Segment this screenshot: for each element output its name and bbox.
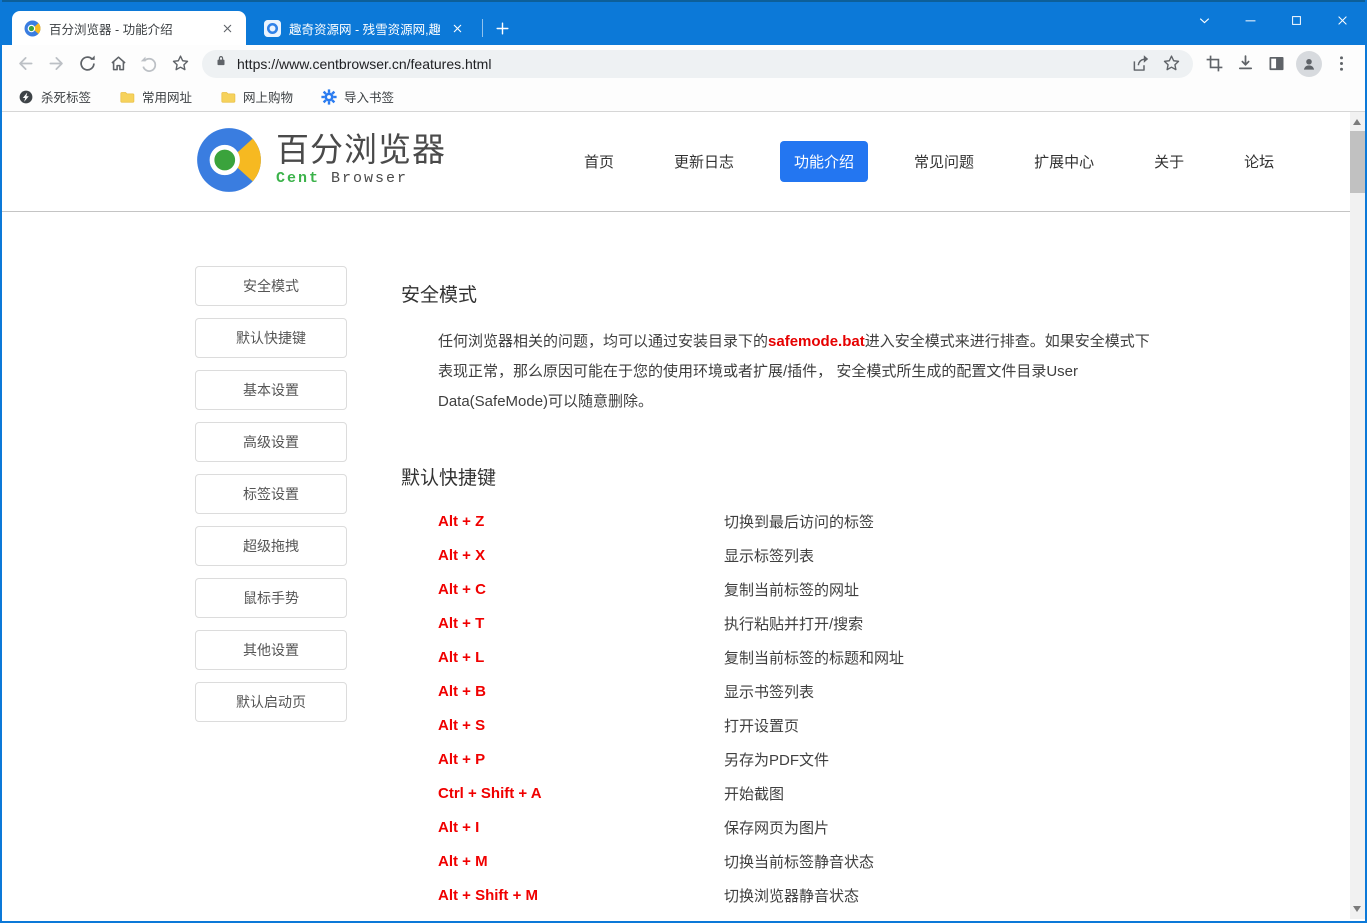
forward-icon[interactable] — [41, 49, 72, 79]
scrollbar-up-icon[interactable] — [1353, 119, 1361, 125]
shortcut-row: Alt + M切换当前标签静音状态 — [438, 844, 1161, 878]
chevron-down-icon[interactable] — [1181, 2, 1227, 38]
site-header: 百分浏览器 Cent Browser 首页 更新日志 功能介绍 常见问题 扩展中… — [2, 112, 1350, 212]
safemode-bat-highlight: safemode.bat — [768, 333, 865, 350]
site-nav: 首页 更新日志 功能介绍 常见问题 扩展中心 关于 论坛 — [570, 112, 1288, 211]
logo-title: 百分浏览器 — [276, 133, 446, 168]
shortcut-row: Alt + T执行粘贴并打开/搜索 — [438, 606, 1161, 640]
address-bar[interactable]: https://www.centbrowser.cn/features.html — [202, 50, 1193, 78]
nav-item-extensions[interactable]: 扩展中心 — [1020, 141, 1108, 182]
bookmark-folder-shopping[interactable]: 网上购物 — [220, 87, 293, 106]
undo-icon[interactable] — [134, 49, 165, 79]
shortcut-row: Alt + C复制当前标签的网址 — [438, 572, 1161, 606]
bookmark-page-star-icon[interactable] — [1156, 49, 1187, 79]
shortcut-row: Alt + L复制当前标签的标题和网址 — [438, 640, 1161, 674]
sidebar-item-mouse-gesture[interactable]: 鼠标手势 — [195, 578, 347, 618]
sidebar-item-default-startup[interactable]: 默认启动页 — [195, 682, 347, 722]
bookmarks-bar: 杀死标签 常用网址 网上购物 — [2, 82, 1365, 112]
quqi-favicon-icon — [264, 20, 281, 37]
share-icon[interactable] — [1125, 49, 1156, 79]
shortcut-row: Ctrl + Shift + A开始截图 — [438, 776, 1161, 810]
page-scrollbar[interactable] — [1350, 112, 1365, 919]
folder-icon — [220, 89, 236, 105]
scrollbar-thumb[interactable] — [1350, 131, 1365, 193]
nav-item-forum[interactable]: 论坛 — [1230, 141, 1288, 182]
shortcut-row: Alt + X显示标签列表 — [438, 538, 1161, 572]
tab-separator — [482, 19, 483, 37]
home-icon[interactable] — [103, 49, 134, 79]
shortcut-row: Alt + S打开设置页 — [438, 708, 1161, 742]
section-title-shortcuts: 默认快捷键 — [401, 463, 1161, 490]
close-button[interactable] — [1319, 2, 1365, 38]
lock-icon — [214, 54, 228, 73]
logo-subtitle: Cent Browser — [276, 170, 446, 187]
browser-window: 百分浏览器 - 功能介绍 趣奇资源网 - 残雪资源网,趣味奇 — [0, 0, 1367, 923]
folder-icon — [119, 89, 135, 105]
side-panel-icon[interactable] — [1261, 49, 1292, 79]
shortcut-row: Alt + B显示书签列表 — [438, 674, 1161, 708]
minimize-button[interactable] — [1227, 2, 1273, 38]
back-icon[interactable] — [10, 49, 41, 79]
shortcut-row: Alt + Z切换到最后访问的标签 — [438, 504, 1161, 538]
tab-close-icon[interactable] — [218, 19, 236, 37]
scrollbar-down-icon[interactable] — [1353, 906, 1361, 912]
url-text[interactable]: https://www.centbrowser.cn/features.html — [237, 56, 1125, 72]
nav-item-faq[interactable]: 常见问题 — [900, 141, 988, 182]
profile-avatar[interactable] — [1296, 51, 1322, 77]
crop-screenshot-icon[interactable] — [1199, 49, 1230, 79]
bookmark-star-icon[interactable] — [165, 49, 196, 79]
tab-title: 百分浏览器 - 功能介绍 — [49, 19, 210, 38]
feature-sidebar: 安全模式 默认快捷键 基本设置 高级设置 标签设置 超级拖拽 鼠标手势 其他设置… — [195, 266, 347, 919]
tab-title: 趣奇资源网 - 残雪资源网,趣味奇 — [289, 19, 440, 38]
menu-dots-icon[interactable] — [1326, 49, 1357, 79]
shortcut-row: Alt + Shift + M切换浏览器静音状态 — [438, 878, 1161, 912]
shortcut-row: Alt + P另存为PDF文件 — [438, 742, 1161, 776]
bookmark-item-import[interactable]: 导入书签 — [321, 87, 394, 106]
tab-strip: 百分浏览器 - 功能介绍 趣奇资源网 - 残雪资源网,趣味奇 — [2, 0, 1365, 45]
sidebar-item-advanced-settings[interactable]: 高级设置 — [195, 422, 347, 462]
sidebar-item-super-drag[interactable]: 超级拖拽 — [195, 526, 347, 566]
download-icon[interactable] — [1230, 49, 1261, 79]
navigation-toolbar: https://www.centbrowser.cn/features.html — [2, 45, 1365, 82]
web-page-viewport: 百分浏览器 Cent Browser 首页 更新日志 功能介绍 常见问题 扩展中… — [2, 112, 1365, 919]
shortcut-row: Alt + I保存网页为图片 — [438, 810, 1161, 844]
sidebar-item-other-settings[interactable]: 其他设置 — [195, 630, 347, 670]
cent-browser-favicon-icon — [24, 20, 41, 37]
cent-browser-logo-icon — [195, 126, 263, 194]
tab-cent-features[interactable]: 百分浏览器 - 功能介绍 — [12, 11, 246, 45]
sidebar-item-safe-mode[interactable]: 安全模式 — [195, 266, 347, 306]
kill-tab-icon — [18, 89, 34, 105]
nav-item-changelog[interactable]: 更新日志 — [660, 141, 748, 182]
sidebar-item-tab-settings[interactable]: 标签设置 — [195, 474, 347, 514]
nav-item-features[interactable]: 功能介绍 — [780, 141, 868, 182]
bookmark-item-kill-tab[interactable]: 杀死标签 — [18, 87, 91, 106]
section-title-safe-mode: 安全模式 — [401, 280, 1161, 307]
nav-item-home[interactable]: 首页 — [570, 141, 628, 182]
new-tab-button[interactable] — [489, 15, 515, 41]
sidebar-item-shortcuts[interactable]: 默认快捷键 — [195, 318, 347, 358]
tab-close-icon[interactable] — [448, 19, 466, 37]
maximize-button[interactable] — [1273, 2, 1319, 38]
bookmark-folder-changyong[interactable]: 常用网址 — [119, 87, 192, 106]
window-controls — [1181, 2, 1365, 38]
reload-icon[interactable] — [72, 49, 103, 79]
shortcut-row: Alt + ⇦(历史记录)后退 — [438, 912, 1161, 919]
shortcut-list: Alt + Z切换到最后访问的标签 Alt + X显示标签列表 Alt + C复… — [438, 504, 1161, 919]
main-content: 安全模式 任何浏览器相关的问题，均可以通过安装目录下的safemode.bat进… — [401, 266, 1161, 919]
site-logo[interactable]: 百分浏览器 Cent Browser — [195, 126, 446, 194]
gear-icon — [321, 89, 337, 105]
tab-quqi[interactable]: 趣奇资源网 - 残雪资源网,趣味奇 — [252, 11, 476, 45]
safe-mode-paragraph: 任何浏览器相关的问题，均可以通过安装目录下的safemode.bat进入安全模式… — [438, 327, 1154, 417]
sidebar-item-basic-settings[interactable]: 基本设置 — [195, 370, 347, 410]
nav-item-about[interactable]: 关于 — [1140, 141, 1198, 182]
